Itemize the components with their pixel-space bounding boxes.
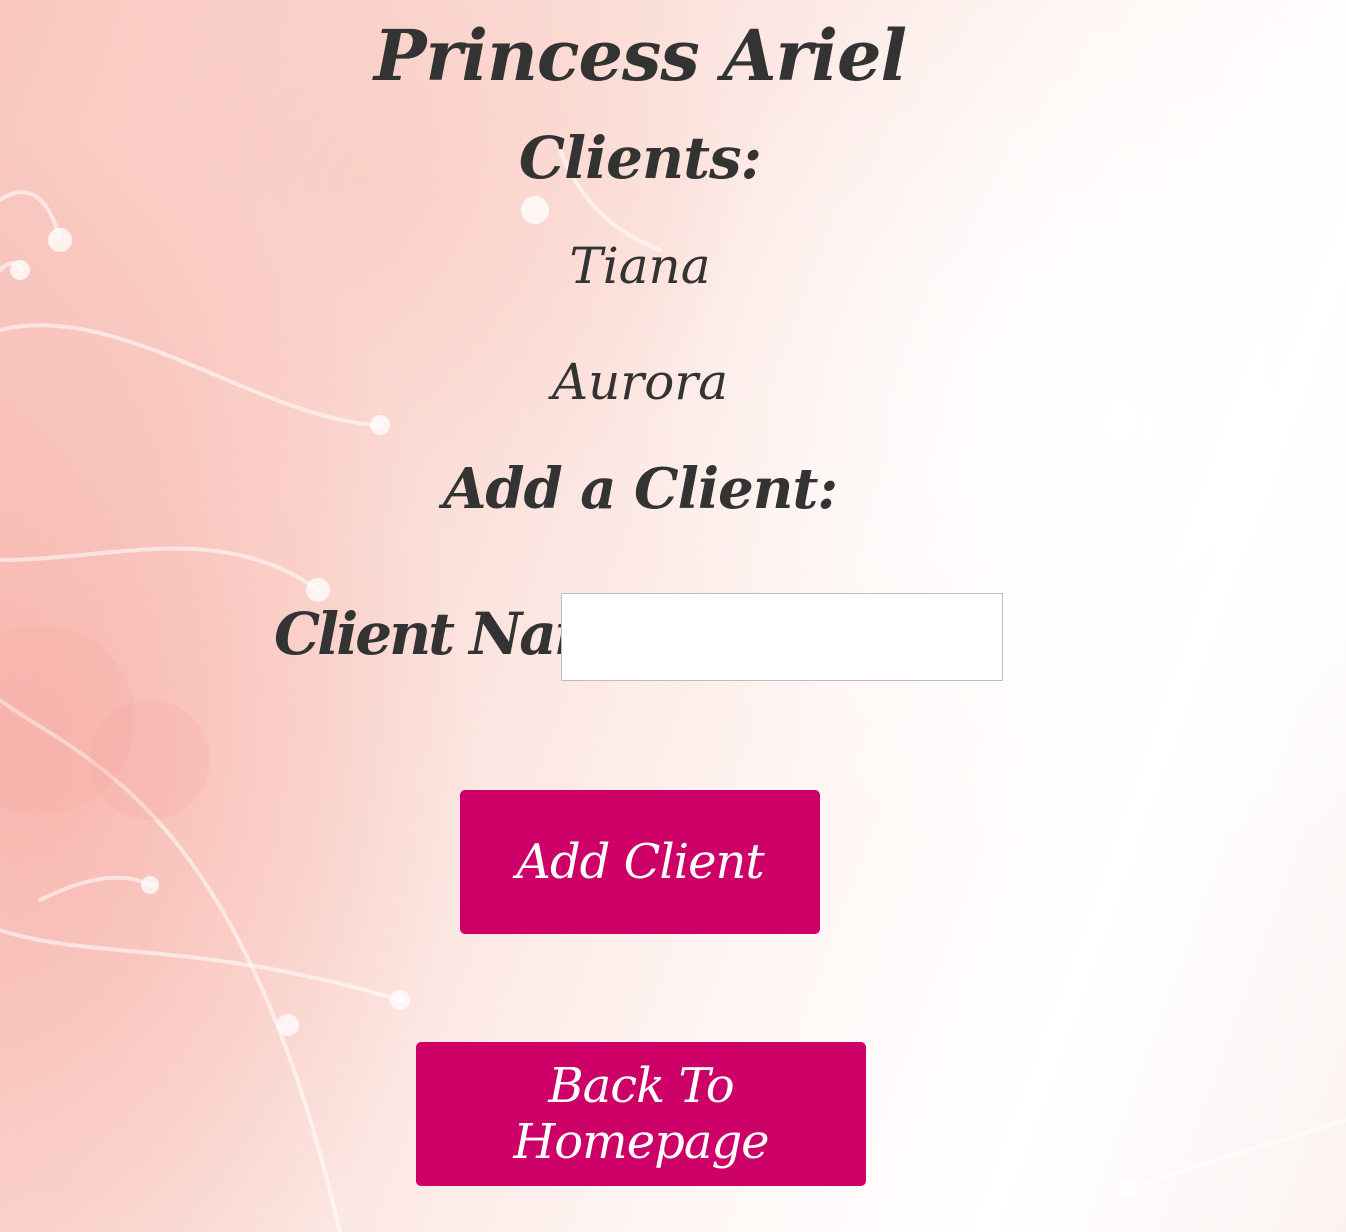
back-to-homepage-button[interactable]: Back To Homepage <box>416 1042 866 1186</box>
clients-heading: Clients: <box>518 124 762 192</box>
add-client-heading: Add a Client: <box>442 456 838 522</box>
page-title: Princess Ariel <box>373 14 907 97</box>
client-management-page: Princess Ariel Clients: Tiana Aurora Add… <box>0 0 1346 1232</box>
client-name-input[interactable] <box>561 593 1003 681</box>
add-client-button[interactable]: Add Client <box>460 790 820 934</box>
client-item-aurora: Aurora <box>551 353 729 411</box>
client-list: Tiana Aurora <box>0 228 1280 460</box>
client-name-label: Client Name <box>274 600 649 668</box>
client-item-tiana: Tiana <box>569 237 711 295</box>
